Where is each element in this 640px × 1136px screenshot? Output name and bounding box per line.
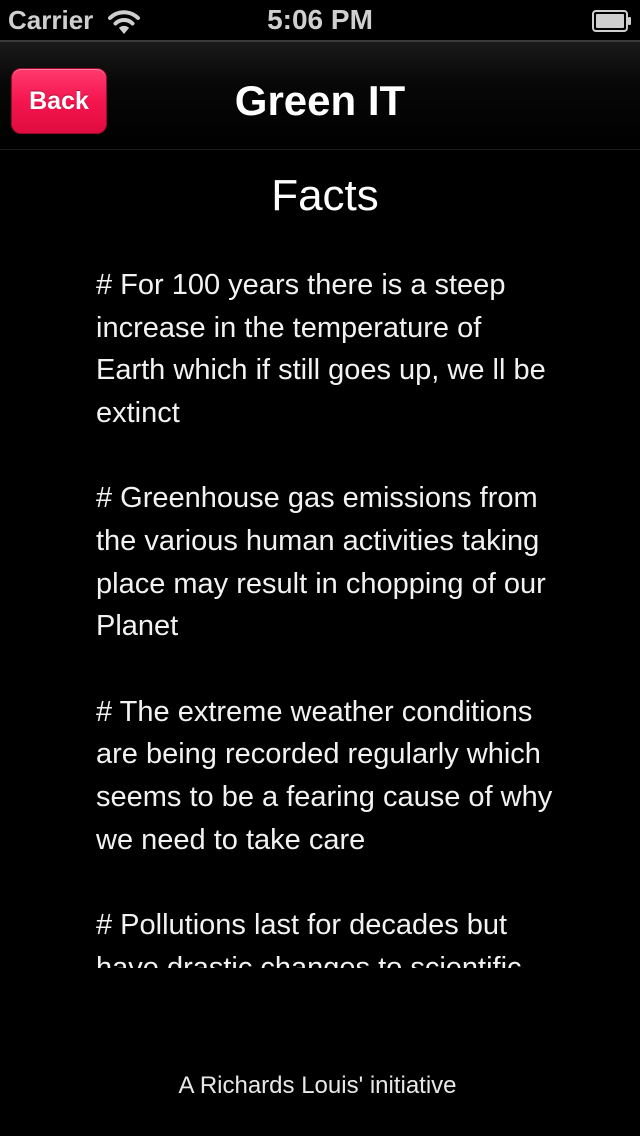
fact-item: # For 100 years there is a steep increas…	[96, 269, 546, 429]
fact-item: # The extreme weather conditions are bei…	[96, 695, 553, 856]
page-heading: Facts	[271, 171, 379, 220]
status-bar: Carrier 5:06 PM	[0, 0, 640, 40]
fact-item: # Pollutions last for decades but have d…	[96, 909, 522, 968]
facts-scroll-view[interactable]: # For 100 years there is a steep increas…	[96, 264, 556, 968]
nav-title: Green IT	[234, 77, 406, 124]
status-time: 5:06 PM	[267, 4, 373, 35]
navigation-bar: Back Green IT	[0, 40, 640, 150]
battery-icon	[592, 10, 632, 32]
footer-credit: A Richards Louis' initiative	[178, 1072, 457, 1099]
fact-item: # Greenhouse gas emissions from the vari…	[96, 482, 546, 643]
back-button[interactable]: Back	[11, 68, 107, 134]
